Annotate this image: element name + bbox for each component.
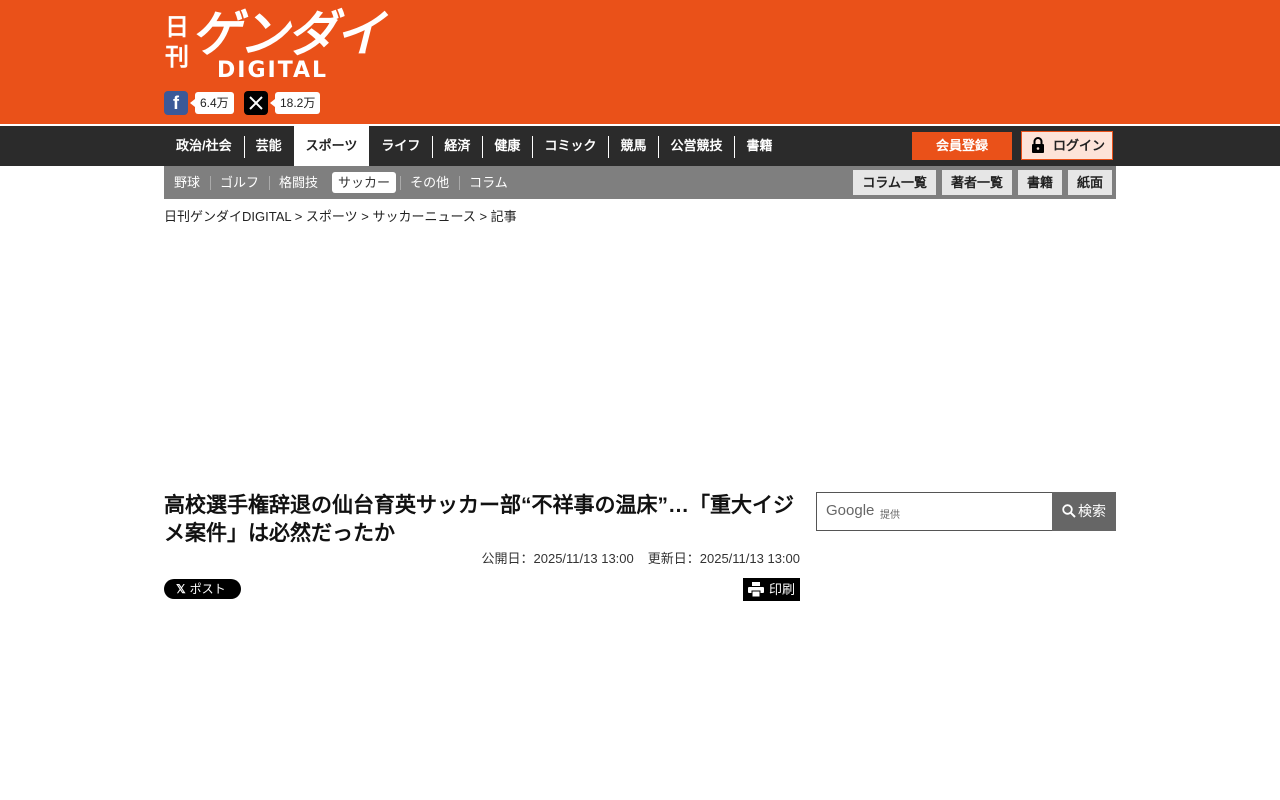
subnav-item-martial-arts[interactable]: 格闘技 (269, 166, 328, 199)
nav-item-economy[interactable]: 経済 (432, 126, 482, 166)
paper-button[interactable]: 紙面 (1067, 170, 1112, 195)
subnav-item-other[interactable]: その他 (400, 166, 459, 199)
search-provided-label: 提供 (880, 510, 900, 521)
nav-item-health[interactable]: 健康 (482, 126, 532, 166)
subnav-item-soccer-label: サッカー (332, 172, 397, 193)
printer-icon (748, 582, 764, 597)
nav-item-politics[interactable]: 政治/社会 (164, 126, 244, 166)
nav-item-comic[interactable]: コミック (532, 126, 608, 166)
main-nav: 政治/社会 芸能 スポーツ ライフ 経済 健康 コミック 競馬 公営競技 書籍 … (0, 125, 1280, 166)
article-title: 高校選手権辞退の仙台育英サッカー部“不祥事の温床”…「重大イジメ案件」は必然だっ… (164, 494, 794, 545)
site-header: 日刊 ゲンダイ DIGITAL f 6.4万 18.2万 (0, 0, 1280, 124)
logo-digital: DIGITAL (217, 58, 329, 83)
x-icon[interactable] (244, 91, 268, 115)
login-button[interactable]: ログイン (1021, 131, 1113, 160)
search-button-label: 検索 (1078, 503, 1106, 519)
nav-item-sports[interactable]: スポーツ (293, 126, 370, 166)
lock-icon (1032, 137, 1044, 153)
search-button[interactable]: 検索 (1052, 492, 1116, 531)
books-button[interactable]: 書籍 (1017, 170, 1062, 195)
print-label: 印刷 (769, 582, 796, 597)
facebook-share[interactable]: f 6.4万 (164, 91, 234, 115)
login-label: ログイン (1053, 138, 1106, 153)
x-share[interactable]: 18.2万 (244, 91, 321, 115)
updated-date: 更新日：2025/11/13 13:00 (647, 551, 800, 566)
x-post-button[interactable]: 𝕏 ポスト (164, 579, 241, 599)
search-input[interactable]: Google 提供 (816, 492, 1053, 531)
site-logo[interactable]: 日刊 ゲンダイ DIGITAL (165, 5, 385, 84)
logo-gendai: ゲンダイ (191, 5, 385, 63)
nav-item-entertainment[interactable]: 芸能 (243, 126, 294, 166)
facebook-count: 6.4万 (190, 92, 234, 114)
subnav-item-baseball[interactable]: 野球 (164, 166, 210, 199)
subnav-item-golf[interactable]: ゴルフ (210, 166, 269, 199)
nav-item-books[interactable]: 書籍 (734, 126, 784, 166)
register-button[interactable]: 会員登録 (912, 132, 1012, 160)
subnav-item-soccer[interactable]: サッカー (328, 166, 400, 199)
author-list-button[interactable]: 著者一覧 (941, 170, 1012, 195)
google-logo: Google (826, 502, 875, 519)
published-date: 公開日：2025/11/13 13:00 (481, 551, 634, 566)
x-count: 18.2万 (269, 92, 321, 114)
logo-nikkan: 日刊 (165, 12, 189, 71)
x-post-label: ポスト (189, 582, 226, 596)
search-icon (1062, 504, 1076, 518)
nav-item-public-racing[interactable]: 公営競技 (658, 126, 734, 166)
facebook-icon[interactable]: f (164, 91, 188, 115)
nav-item-life[interactable]: ライフ (369, 126, 432, 166)
breadcrumb[interactable]: 日刊ゲンダイDIGITAL > スポーツ > サッカーニュース > 記事 (164, 206, 517, 225)
article-dates: 公開日：2025/11/13 13:00 更新日：2025/11/13 13:00 (482, 548, 801, 567)
column-list-button[interactable]: コラム一覧 (853, 170, 936, 195)
x-post-icon: 𝕏 (176, 582, 186, 596)
subnav-item-column[interactable]: コラム (459, 166, 518, 199)
sub-nav: 野球 ゴルフ 格闘技 サッカー その他 コラム コラム一覧 著者一覧 書籍 紙面 (164, 166, 1116, 199)
print-button[interactable]: 印刷 (743, 578, 800, 601)
nav-item-horse-racing[interactable]: 競馬 (608, 126, 658, 166)
